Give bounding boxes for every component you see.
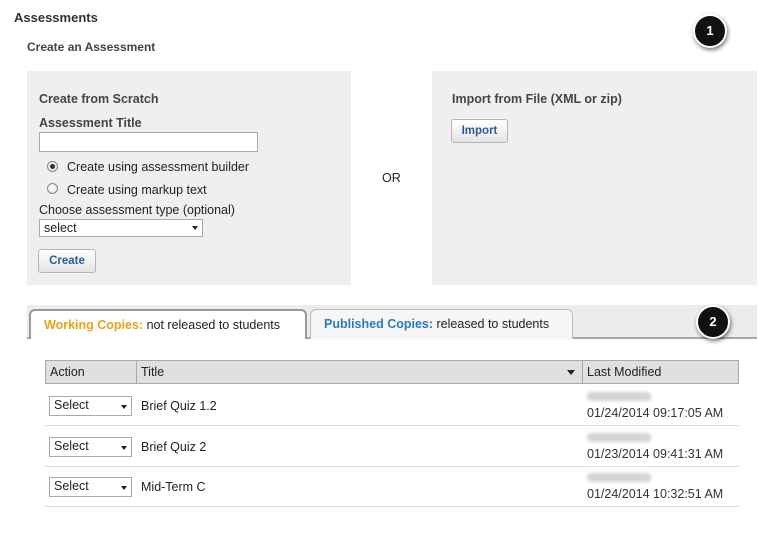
chevron-down-icon [192, 226, 198, 230]
import-from-file-title: Import from File (XML or zip) [452, 92, 622, 106]
radio-assessment-builder[interactable] [47, 161, 58, 172]
tab-published-copies-accent: Published Copies: [324, 317, 434, 331]
assessment-title-label: Assessment Title [39, 116, 142, 130]
tab-working-copies[interactable]: Working Copies: not released to students [29, 309, 307, 339]
row-divider [45, 506, 739, 507]
row-last-modified: 01/23/2014 09:41:31 AM [587, 447, 724, 461]
tab-published-copies[interactable]: Published Copies: released to students [310, 309, 573, 339]
radio-markup-text-label: Create using markup text [67, 183, 207, 197]
chevron-down-icon [121, 405, 127, 409]
radio-markup-text[interactable] [47, 183, 58, 194]
row-action-selected-value: Select [54, 479, 89, 493]
create-from-scratch-panel: Create from Scratch Assessment Title Cre… [27, 71, 351, 285]
import-button[interactable]: Import [451, 119, 508, 143]
callout-badge-1: 1 [693, 14, 727, 48]
row-divider [45, 425, 739, 426]
column-header-action-label: Action [50, 365, 85, 379]
row-last-modified: 01/24/2014 09:17:05 AM [587, 406, 724, 420]
page-heading: Assessments [14, 10, 98, 25]
row-action-select[interactable]: Select [49, 396, 132, 416]
assessment-type-selected-value: select [44, 221, 77, 235]
import-from-file-panel: Import from File (XML or zip) Import [432, 71, 757, 285]
chevron-down-icon [121, 446, 127, 450]
row-action-select[interactable]: Select [49, 437, 132, 457]
row-title[interactable]: Mid-Term C [141, 480, 206, 494]
assessment-type-select[interactable]: select [39, 219, 203, 237]
create-from-scratch-title: Create from Scratch [39, 92, 159, 106]
create-button[interactable]: Create [38, 249, 96, 273]
row-action-select[interactable]: Select [49, 477, 132, 497]
row-last-modified: 01/24/2014 10:32:51 AM [587, 487, 724, 501]
assessment-title-input[interactable] [39, 132, 258, 152]
column-header-action[interactable]: Action [45, 360, 137, 384]
column-header-last-modified-label: Last Modified [587, 365, 662, 379]
redacted-user [587, 433, 651, 442]
sort-desc-icon [567, 370, 575, 375]
assessment-type-label: Choose assessment type (optional) [39, 203, 235, 217]
row-action-selected-value: Select [54, 398, 89, 412]
row-title[interactable]: Brief Quiz 1.2 [141, 399, 217, 413]
column-header-last-modified[interactable]: Last Modified [582, 360, 739, 384]
redacted-user [587, 473, 651, 482]
row-divider [45, 466, 739, 467]
redacted-user [587, 392, 651, 401]
callout-badge-2: 2 [696, 305, 730, 339]
row-action-selected-value: Select [54, 439, 89, 453]
column-header-title-label: Title [141, 365, 165, 379]
column-header-title[interactable]: Title [136, 360, 583, 384]
row-title[interactable]: Brief Quiz 2 [141, 440, 206, 454]
tab-working-copies-accent: Working Copies: [44, 318, 144, 332]
tab-published-copies-label: released to students [433, 317, 550, 331]
chevron-down-icon [121, 486, 127, 490]
radio-assessment-builder-label: Create using assessment builder [67, 160, 250, 174]
section-heading: Create an Assessment [27, 40, 156, 54]
tab-working-copies-label: not released to students [143, 318, 280, 332]
or-separator: OR [382, 171, 401, 185]
